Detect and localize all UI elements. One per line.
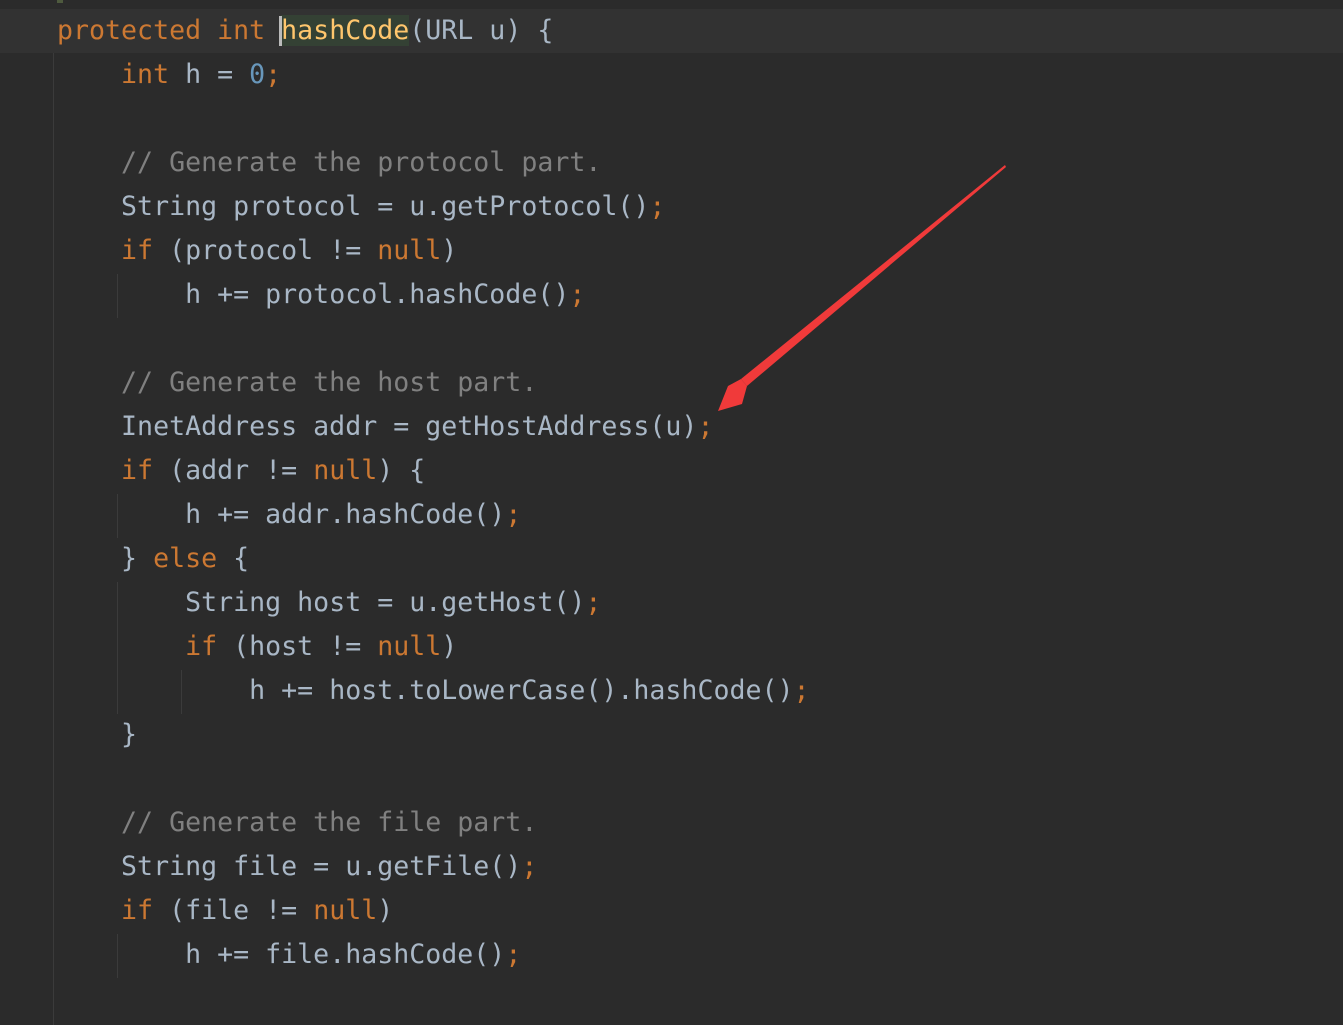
token-kw: protected [57, 15, 218, 46]
token-kw: if [121, 455, 170, 486]
code-editor[interactable]: protected int hashCode(URL u) { int h = … [0, 0, 1343, 1025]
previous-line-strip [0, 0, 1343, 9]
code-line[interactable]: String protocol = u.getProtocol(); [57, 185, 665, 229]
code-line[interactable]: h += host.toLowerCase().hashCode(); [57, 669, 810, 713]
token-kw: null [313, 455, 378, 486]
token-kw: if [121, 235, 170, 266]
token-plain: (protocol != [169, 235, 378, 266]
code-line[interactable]: InetAddress addr = getHostAddress(u); [57, 405, 713, 449]
code-line[interactable]: if (addr != null) { [57, 449, 425, 493]
token-plain: String file = u.getFile() [121, 851, 522, 882]
token-plain: h += file.hashCode() [185, 939, 506, 970]
token-kw: if [185, 631, 234, 662]
code-line[interactable]: } else { [57, 537, 249, 581]
token-semi: ; [265, 59, 282, 90]
text-caret [279, 16, 282, 46]
code-line[interactable]: if (protocol != null) [57, 229, 457, 273]
token-plain: h = [185, 59, 250, 90]
token-kw: if [121, 895, 170, 926]
token-kw: null [377, 235, 442, 266]
code-line[interactable]: String file = u.getFile(); [57, 845, 537, 889]
change-marker [57, 0, 63, 3]
token-plain: } [121, 719, 138, 750]
token-semi: ; [649, 191, 666, 222]
token-plain: h += host.toLowerCase().hashCode() [249, 675, 794, 706]
token-semi: ; [585, 587, 602, 618]
token-kw: int [217, 15, 282, 46]
token-plain: } [121, 543, 154, 574]
token-plain: (file != [169, 895, 314, 926]
token-plain: String protocol = u.getProtocol() [121, 191, 650, 222]
token-plain: h += addr.hashCode() [185, 499, 506, 530]
code-line[interactable]: } [57, 713, 137, 757]
token-plain: (URL u) { [409, 15, 554, 46]
token-kw: int [121, 59, 186, 90]
code-line[interactable]: if (host != null) [57, 625, 457, 669]
token-cmt: // Generate the host part. [121, 367, 538, 398]
token-plain: ) [441, 235, 458, 266]
code-line[interactable]: // Generate the file part. [57, 801, 537, 845]
token-semi: ; [697, 411, 714, 442]
token-kw: null [313, 895, 378, 926]
token-cmt: // Generate the file part. [121, 807, 538, 838]
token-plain: { [233, 543, 250, 574]
indent-guide-method [53, 53, 54, 1025]
code-line[interactable]: h += protocol.hashCode(); [57, 273, 585, 317]
code-line[interactable]: String host = u.getHost(); [57, 581, 601, 625]
token-semi: ; [569, 279, 586, 310]
token-num: 0 [249, 59, 266, 90]
token-plain: (addr != [169, 455, 314, 486]
code-line[interactable]: // Generate the host part. [57, 361, 537, 405]
token-cmt: // Generate the protocol part. [121, 147, 602, 178]
code-line[interactable]: int h = 0; [57, 53, 281, 97]
arrow-shaft [741, 165, 1006, 386]
arrow-head [718, 379, 747, 411]
token-plain: ) { [377, 455, 426, 486]
token-semi: ; [505, 499, 522, 530]
token-kw: else [153, 543, 234, 574]
token-plain: h += protocol.hashCode() [185, 279, 570, 310]
code-line[interactable]: // Generate the protocol part. [57, 141, 601, 185]
code-line[interactable]: if (file != null) [57, 889, 393, 933]
code-line[interactable]: protected int hashCode(URL u) { [57, 9, 553, 53]
token-plain: ) [377, 895, 394, 926]
code-line[interactable]: h += addr.hashCode(); [57, 493, 521, 537]
token-plain: ) [441, 631, 458, 662]
token-semi: ; [793, 675, 810, 706]
token-semi: ; [505, 939, 522, 970]
token-kw: null [377, 631, 442, 662]
code-line[interactable]: h += file.hashCode(); [57, 933, 521, 977]
token-fn-decl: hashCode [281, 15, 410, 46]
token-plain: String host = u.getHost() [185, 587, 586, 618]
token-plain: (host != [233, 631, 378, 662]
token-plain: InetAddress addr = getHostAddress(u) [121, 411, 698, 442]
token-semi: ; [521, 851, 538, 882]
